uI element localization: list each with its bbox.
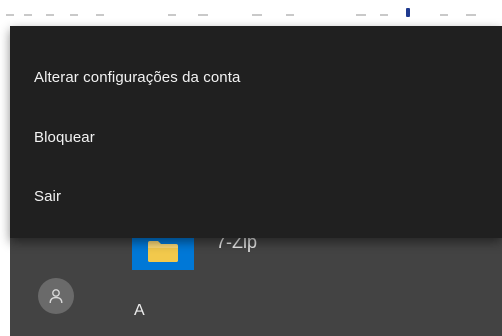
menu-item-sign-out[interactable]: Sair <box>10 170 502 222</box>
background-mark <box>466 14 476 16</box>
background-mark <box>252 14 262 16</box>
background-mark <box>70 14 78 16</box>
background-mark <box>24 14 32 16</box>
user-account-button[interactable] <box>38 278 74 314</box>
folder-icon <box>148 241 178 262</box>
app-list-section-header[interactable]: A <box>134 302 145 320</box>
desktop-background-strip <box>0 0 502 26</box>
menu-item-change-account-settings[interactable]: Alterar configurações da conta <box>10 51 502 103</box>
background-mark <box>46 14 54 16</box>
background-mark <box>198 14 208 16</box>
background-mark <box>168 14 176 16</box>
background-mark <box>6 14 14 16</box>
background-mark <box>286 14 294 16</box>
background-mark <box>380 14 388 16</box>
background-mark <box>356 14 366 16</box>
background-dot <box>406 8 410 17</box>
menu-item-lock[interactable]: Bloquear <box>10 111 502 163</box>
menu-item-label: Alterar configurações da conta <box>34 68 241 86</box>
account-menu: Alterar configurações da conta Bloquear … <box>10 26 502 238</box>
menu-item-label: Bloquear <box>34 128 95 146</box>
background-mark <box>440 14 448 16</box>
menu-item-label: Sair <box>34 187 62 205</box>
user-icon <box>49 289 63 304</box>
background-mark <box>96 14 104 16</box>
